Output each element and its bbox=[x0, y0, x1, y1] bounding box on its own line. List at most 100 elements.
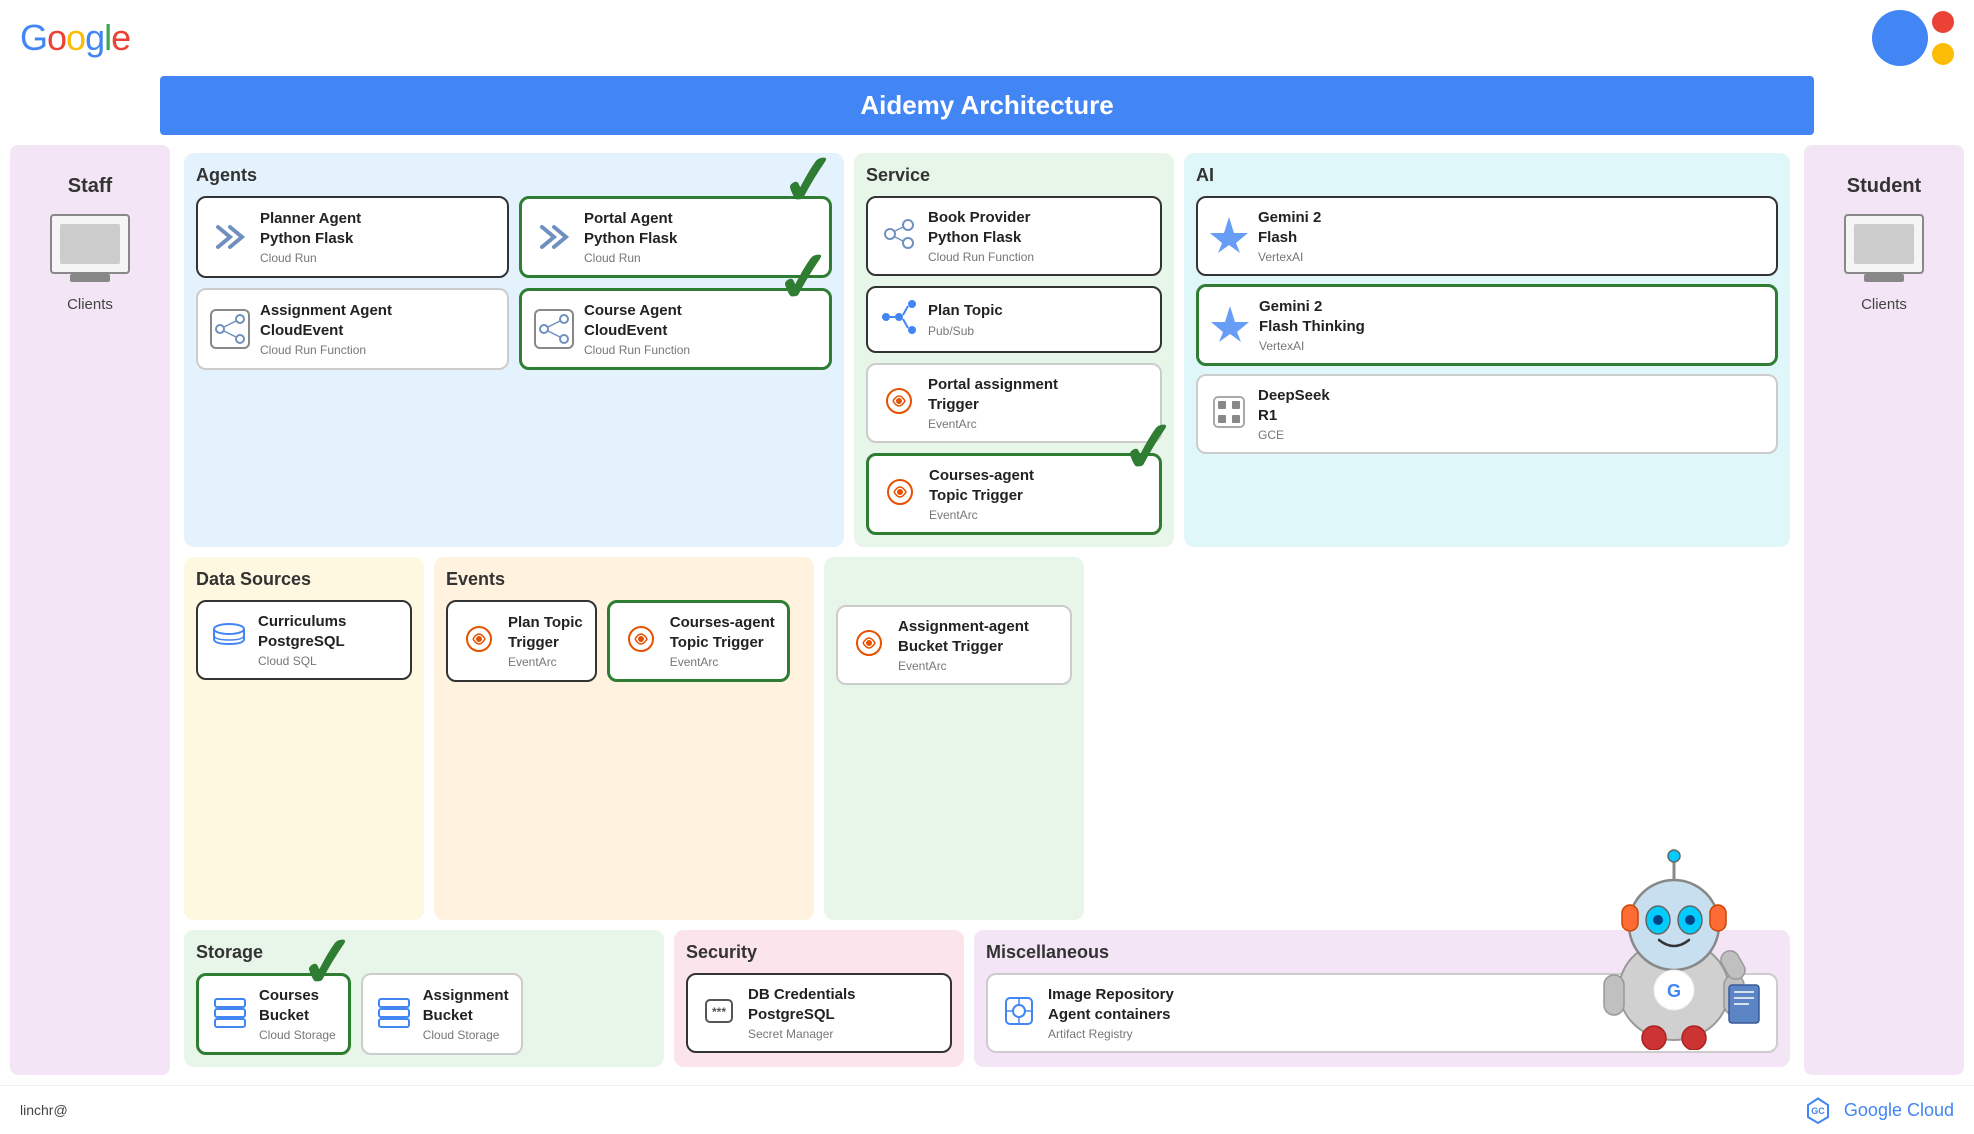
plan-topic-text: Plan Topic Pub/Sub bbox=[928, 301, 1003, 338]
title-bar: Aidemy Architecture bbox=[160, 76, 1814, 135]
ga-dot-red bbox=[1932, 11, 1954, 33]
checkmark-portal: ✓ bbox=[777, 145, 843, 223]
gemini-flash-subtitle: VertexAI bbox=[1258, 250, 1321, 264]
courses-trigger-card: Courses-agentTopic Trigger EventArc ✓ bbox=[866, 453, 1162, 535]
assignment-bucket-trigger-icon bbox=[850, 624, 888, 667]
gemini-flash-icon bbox=[1210, 215, 1248, 258]
storage-security-row: Storage CoursesBucket bbox=[184, 930, 1790, 1067]
plan-topic-trigger-subtitle: EventArc bbox=[508, 655, 583, 669]
book-provider-icon bbox=[880, 215, 918, 258]
curriculums-title: CurriculumsPostgreSQL bbox=[258, 612, 346, 651]
courses-bucket-card: CoursesBucket Cloud Storage ✓ bbox=[196, 973, 351, 1055]
staff-panel: Staff Clients bbox=[10, 145, 170, 1075]
ga-dots bbox=[1932, 11, 1954, 65]
plan-topic-title: Plan Topic bbox=[928, 301, 1003, 321]
curriculums-icon bbox=[210, 619, 248, 662]
service-section: Service bbox=[854, 153, 1174, 547]
student-label: Student bbox=[1847, 175, 1921, 198]
assignment-agent-text: Assignment AgentCloudEvent Cloud Run Fun… bbox=[260, 301, 392, 357]
staff-client-label: Clients bbox=[67, 296, 113, 313]
plan-topic-trigger-card: Plan TopicTrigger EventArc bbox=[446, 600, 597, 682]
db-credentials-subtitle: Secret Manager bbox=[748, 1027, 856, 1041]
deepseek-subtitle: GCE bbox=[1258, 428, 1330, 442]
assignment-bucket-card: AssignmentBucket Cloud Storage bbox=[361, 973, 523, 1055]
curriculums-card: CurriculumsPostgreSQL Cloud SQL bbox=[196, 600, 412, 680]
courses-event-trigger-title: Courses-agentTopic Trigger bbox=[670, 613, 775, 652]
student-monitor bbox=[1854, 224, 1914, 264]
book-provider-title: Book ProviderPython Flask bbox=[928, 208, 1034, 247]
gemini-thinking-text: Gemini 2Flash Thinking VertexAI bbox=[1259, 297, 1365, 353]
bottom-bar: linchr@ GC Google Cloud bbox=[0, 1085, 1974, 1134]
book-provider-text: Book ProviderPython Flask Cloud Run Func… bbox=[928, 208, 1034, 264]
student-client-label: Clients bbox=[1861, 296, 1907, 313]
curriculums-text: CurriculumsPostgreSQL Cloud SQL bbox=[258, 612, 346, 668]
image-repo-title: Image RepositoryAgent containers bbox=[1048, 985, 1174, 1024]
storage-grid: CoursesBucket Cloud Storage ✓ bbox=[196, 973, 652, 1055]
portal-trigger-title: Portal assignmentTrigger bbox=[928, 375, 1058, 414]
gemini-thinking-icon bbox=[1211, 304, 1249, 347]
db-credentials-text: DB CredentialsPostgreSQL Secret Manager bbox=[748, 985, 856, 1041]
curriculums-subtitle: Cloud SQL bbox=[258, 654, 346, 668]
main-layout: Staff Clients Agents bbox=[0, 135, 1974, 1085]
checkmark-course: ✓ bbox=[772, 234, 838, 321]
portal-trigger-icon bbox=[880, 382, 918, 425]
planner-agent-subtitle: Cloud Run bbox=[260, 251, 361, 265]
assignment-bucket-trigger-text: Assignment-agentBucket Trigger EventArc bbox=[898, 617, 1029, 673]
checkmark-courses-bucket: ✓ bbox=[296, 919, 362, 1006]
events-section: Events Plan TopicTrigger bbox=[434, 557, 814, 920]
courses-bucket-subtitle: Cloud Storage bbox=[259, 1028, 336, 1042]
planner-agent-card: Planner AgentPython Flask Cloud Run bbox=[196, 196, 509, 278]
agents-label: Agents bbox=[196, 165, 832, 186]
google-cloud-icon: GC bbox=[1800, 1092, 1836, 1128]
staff-label: Staff bbox=[68, 175, 112, 198]
portal-agent-title: Portal AgentPython Flask bbox=[584, 209, 677, 248]
assignment-bucket-title: AssignmentBucket bbox=[423, 986, 509, 1025]
plan-topic-trigger-text: Plan TopicTrigger EventArc bbox=[508, 613, 583, 669]
courses-trigger-icon bbox=[881, 473, 919, 516]
assignment-agent-card: Assignment AgentCloudEvent Cloud Run Fun… bbox=[196, 288, 509, 370]
staff-monitor bbox=[60, 224, 120, 264]
ai-cards: Gemini 2Flash VertexAI Gemini 2Flash Th bbox=[1196, 196, 1778, 454]
portal-agent-icon bbox=[534, 217, 574, 257]
storage-label: Storage bbox=[196, 942, 652, 963]
plan-topic-card: Plan Topic Pub/Sub bbox=[866, 286, 1162, 353]
portal-agent-subtitle: Cloud Run bbox=[584, 251, 677, 265]
gemini-flash-text: Gemini 2Flash VertexAI bbox=[1258, 208, 1321, 264]
book-provider-subtitle: Cloud Run Function bbox=[928, 250, 1034, 264]
plan-topic-trigger-icon bbox=[460, 620, 498, 663]
courses-event-trigger-icon bbox=[622, 620, 660, 663]
deepseek-title: DeepSeekR1 bbox=[1258, 386, 1330, 425]
course-agent-card: Course AgentCloudEvent Cloud Run Functio… bbox=[519, 288, 832, 370]
assignment-agent-title: Assignment AgentCloudEvent bbox=[260, 301, 392, 340]
google-logo: Google bbox=[20, 17, 130, 59]
gemini-thinking-subtitle: VertexAI bbox=[1259, 339, 1365, 353]
planner-agent-text: Planner AgentPython Flask Cloud Run bbox=[260, 209, 361, 265]
courses-trigger-title: Courses-agentTopic Trigger bbox=[929, 466, 1034, 505]
user-info: linchr@ bbox=[20, 1102, 68, 1118]
google-cloud-logo: GC Google Cloud bbox=[1800, 1092, 1954, 1128]
courses-event-trigger-subtitle: EventArc bbox=[670, 655, 775, 669]
book-provider-card: Book ProviderPython Flask Cloud Run Func… bbox=[866, 196, 1162, 276]
ai-section: AI Gemini 2Flash VertexAI bbox=[1184, 153, 1790, 547]
assignment-agent-icon bbox=[210, 309, 250, 349]
bottom-section: Data Sources CurriculumsPostgreSQL Cloud… bbox=[184, 557, 1790, 920]
image-repo-icon bbox=[1000, 992, 1038, 1035]
storage-section: Storage CoursesBucket bbox=[184, 930, 664, 1067]
course-agent-title: Course AgentCloudEvent bbox=[584, 301, 690, 340]
ai-label: AI bbox=[1196, 165, 1778, 186]
db-credentials-card: *** DB CredentialsPostgreSQL Secret Mana… bbox=[686, 973, 952, 1053]
course-agent-subtitle: Cloud Run Function bbox=[584, 343, 690, 357]
portal-agent-text: Portal AgentPython Flask Cloud Run bbox=[584, 209, 677, 265]
checkmark-courses-trigger: ✓ bbox=[1117, 404, 1183, 491]
top-row: Agents Planner AgentPython Flask Clou bbox=[184, 153, 1790, 547]
agents-grid: Planner AgentPython Flask Cloud Run bbox=[196, 196, 832, 370]
miscellaneous-label: Miscellaneous bbox=[986, 942, 1778, 963]
svg-text:***: *** bbox=[712, 1005, 726, 1019]
service-label: Service bbox=[866, 165, 1162, 186]
courses-event-trigger-text: Courses-agentTopic Trigger EventArc bbox=[670, 613, 775, 669]
events-label: Events bbox=[446, 569, 802, 590]
assignment-bucket-trigger-title: Assignment-agentBucket Trigger bbox=[898, 617, 1029, 656]
course-agent-text: Course AgentCloudEvent Cloud Run Functio… bbox=[584, 301, 690, 357]
gemini-flash-card: Gemini 2Flash VertexAI bbox=[1196, 196, 1778, 276]
courses-trigger-subtitle: EventArc bbox=[929, 508, 1034, 522]
